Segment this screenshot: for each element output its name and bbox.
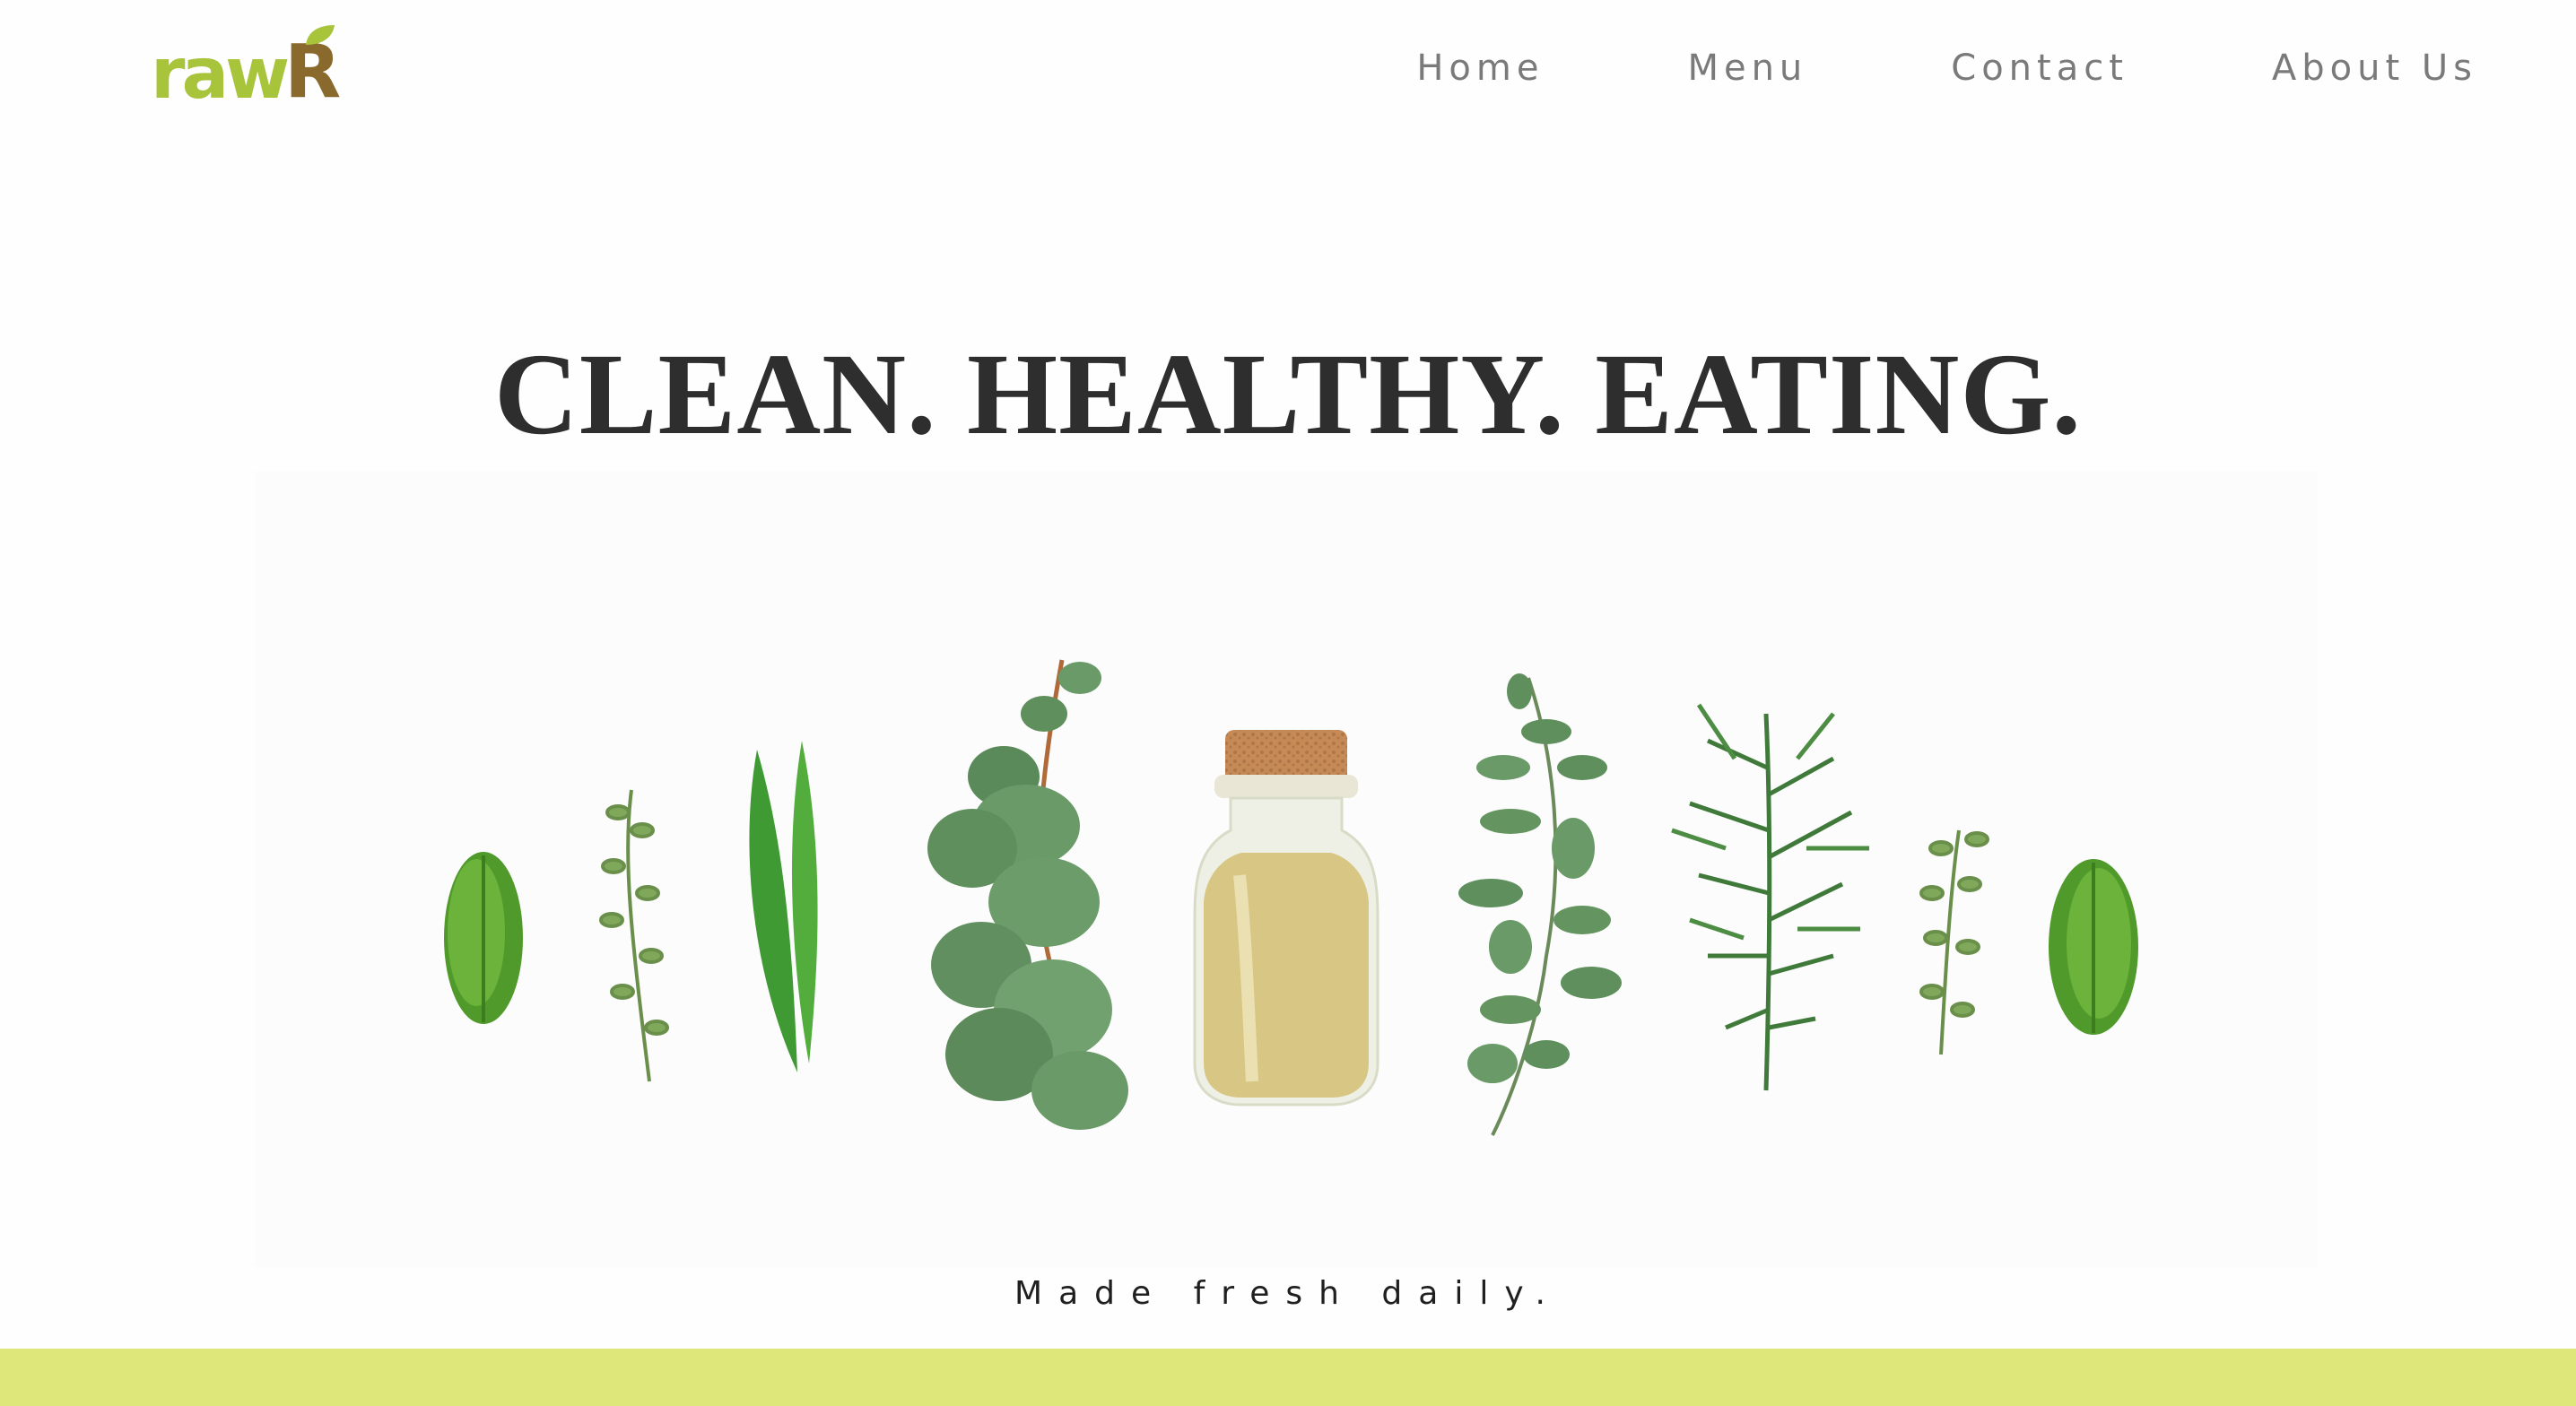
- logo-text-raw: raw: [151, 34, 290, 115]
- herbs-and-oil-bottle-photo: [255, 472, 2318, 1268]
- hero-headline: CLEAN. HEALTHY. EATING.: [493, 330, 2083, 459]
- logo[interactable]: raw R: [151, 25, 341, 115]
- oil-bottle: [1193, 730, 1379, 1107]
- footer-accent-band: [0, 1349, 2576, 1406]
- page: raw R Home Menu Contact About Us CLEAN. …: [0, 0, 2576, 1406]
- logo-text-r: R: [284, 25, 341, 109]
- nav-about-us[interactable]: About Us: [2272, 43, 2477, 93]
- mint-leaf-right: [2049, 859, 2138, 1035]
- nav-home[interactable]: Home: [1416, 43, 1544, 93]
- hero-tagline: Made fresh daily.: [1014, 1275, 1562, 1312]
- main-nav: Home Menu Contact About Us: [1416, 43, 2477, 93]
- hero-illustration: [255, 472, 2318, 1268]
- nav-contact[interactable]: Contact: [1951, 43, 2128, 93]
- nav-menu[interactable]: Menu: [1687, 43, 1807, 93]
- mint-leaf-left: [444, 852, 523, 1024]
- leaf-icon: [306, 25, 335, 45]
